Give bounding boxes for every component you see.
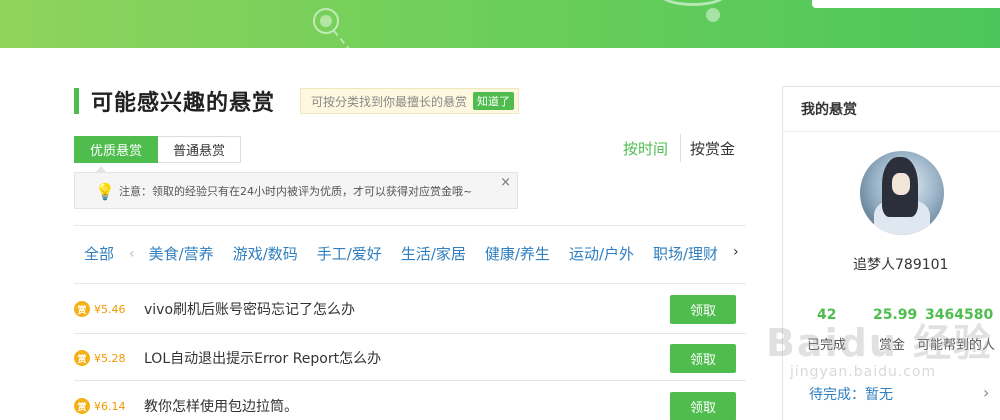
chevron-right-icon[interactable]: › — [983, 383, 989, 402]
reward-type-tabs: 优质悬赏 普通悬赏 — [74, 136, 241, 163]
tab-quality-reward[interactable]: 优质悬赏 — [74, 136, 158, 163]
coin-icon: 赏 — [74, 301, 90, 317]
divider — [74, 283, 746, 284]
decor-dot — [706, 8, 720, 22]
divider — [74, 380, 746, 381]
got-it-button[interactable]: 知道了 — [473, 92, 515, 110]
list-item: 赏 ¥5.28 LOL自动退出提示Error Report怎么办 领取 — [74, 334, 746, 382]
section-header: 可能感兴趣的悬赏 — [74, 86, 275, 116]
bulb-icon: 💡 — [95, 182, 115, 201]
stat-completed-label: 已完成 — [807, 338, 847, 353]
category-item[interactable]: 运动/户外 — [569, 243, 634, 264]
divider — [783, 131, 1000, 132]
pending-tasks[interactable]: 待完成：暂无 — [809, 384, 893, 404]
sort-by-time[interactable]: 按时间 — [623, 138, 668, 159]
claim-button[interactable]: 领取 — [670, 391, 736, 420]
close-icon[interactable]: × — [500, 175, 511, 190]
category-item[interactable]: 健康/养生 — [485, 243, 550, 264]
my-rewards-panel: 我的悬赏 追梦人789101 42 25.99 3464580 已完成 赏金 可… — [782, 86, 1000, 420]
stat-helped-value: 3464580 — [925, 307, 994, 323]
notice-text: 注意：领取的经验只有在24小时内被评为优质，才可以获得对应赏金哦~ — [119, 184, 473, 198]
avatar[interactable] — [860, 151, 944, 235]
category-item[interactable]: 职场/理财 — [653, 243, 718, 264]
sort-divider — [680, 134, 681, 162]
stat-reward-value: 25.99 — [873, 307, 918, 323]
claim-button[interactable]: 领取 — [670, 343, 736, 373]
claim-button[interactable]: 领取 — [670, 294, 736, 324]
notice-box: 💡 注意：领取的经验只有在24小时内被评为优质，才可以获得对应赏金哦~ × — [74, 166, 518, 209]
category-item[interactable]: 手工/爱好 — [317, 243, 382, 264]
avatar-face — [892, 173, 910, 195]
stat-helped-label: 可能帮到的人 — [917, 338, 996, 353]
list-item: 赏 ¥5.46 vivo刷机后账号密码忘记了怎么办 领取 — [74, 285, 746, 333]
decor-ring — [658, 0, 728, 6]
coin-icon: 赏 — [74, 398, 90, 414]
hint-tip: 可按分类找到你最擅长的悬赏 知道了 — [300, 88, 520, 114]
decor-dash — [333, 30, 352, 48]
reward-price: ¥6.14 — [94, 399, 126, 413]
hint-text: 可按分类找到你最擅长的悬赏 — [311, 94, 468, 109]
sort-by-reward[interactable]: 按赏金 — [690, 138, 735, 159]
decor-dot — [320, 15, 332, 27]
coin-icon: 赏 — [74, 350, 90, 366]
stat-reward-label: 赏金 — [879, 338, 906, 353]
question-link[interactable]: LOL自动退出提示Error Report怎么办 — [144, 348, 746, 368]
category-all[interactable]: 全部 — [84, 243, 114, 264]
top-banner — [0, 0, 1000, 48]
chevron-left-icon[interactable]: ‹ — [129, 246, 135, 262]
divider — [74, 225, 746, 226]
category-item[interactable]: 游戏/数码 — [233, 243, 298, 264]
reward-price: ¥5.28 — [94, 351, 126, 365]
category-nav: 全部 ‹ 美食/营养 游戏/数码 手工/爱好 生活/家居 健康/养生 运动/户外… — [84, 243, 737, 264]
category-item[interactable]: 美食/营养 — [149, 243, 214, 264]
username[interactable]: 追梦人789101 — [853, 254, 948, 274]
tab-normal-reward[interactable]: 普通悬赏 — [158, 136, 241, 163]
reward-price: ¥5.46 — [94, 302, 126, 316]
search-input[interactable] — [812, 0, 1000, 8]
panel-title: 我的悬赏 — [801, 102, 857, 118]
title-accent-bar — [74, 88, 79, 114]
stat-completed-value: 42 — [817, 307, 837, 323]
question-link[interactable]: vivo刷机后账号密码忘记了怎么办 — [144, 299, 746, 319]
page-title: 可能感兴趣的悬赏 — [91, 91, 276, 116]
question-link[interactable]: 教你怎样使用包边拉筒。 — [144, 396, 746, 416]
list-item: 赏 ¥6.14 教你怎样使用包边拉筒。 领取 — [74, 382, 746, 420]
chevron-right-icon[interactable]: › — [733, 244, 739, 260]
category-item[interactable]: 生活/家居 — [401, 243, 466, 264]
